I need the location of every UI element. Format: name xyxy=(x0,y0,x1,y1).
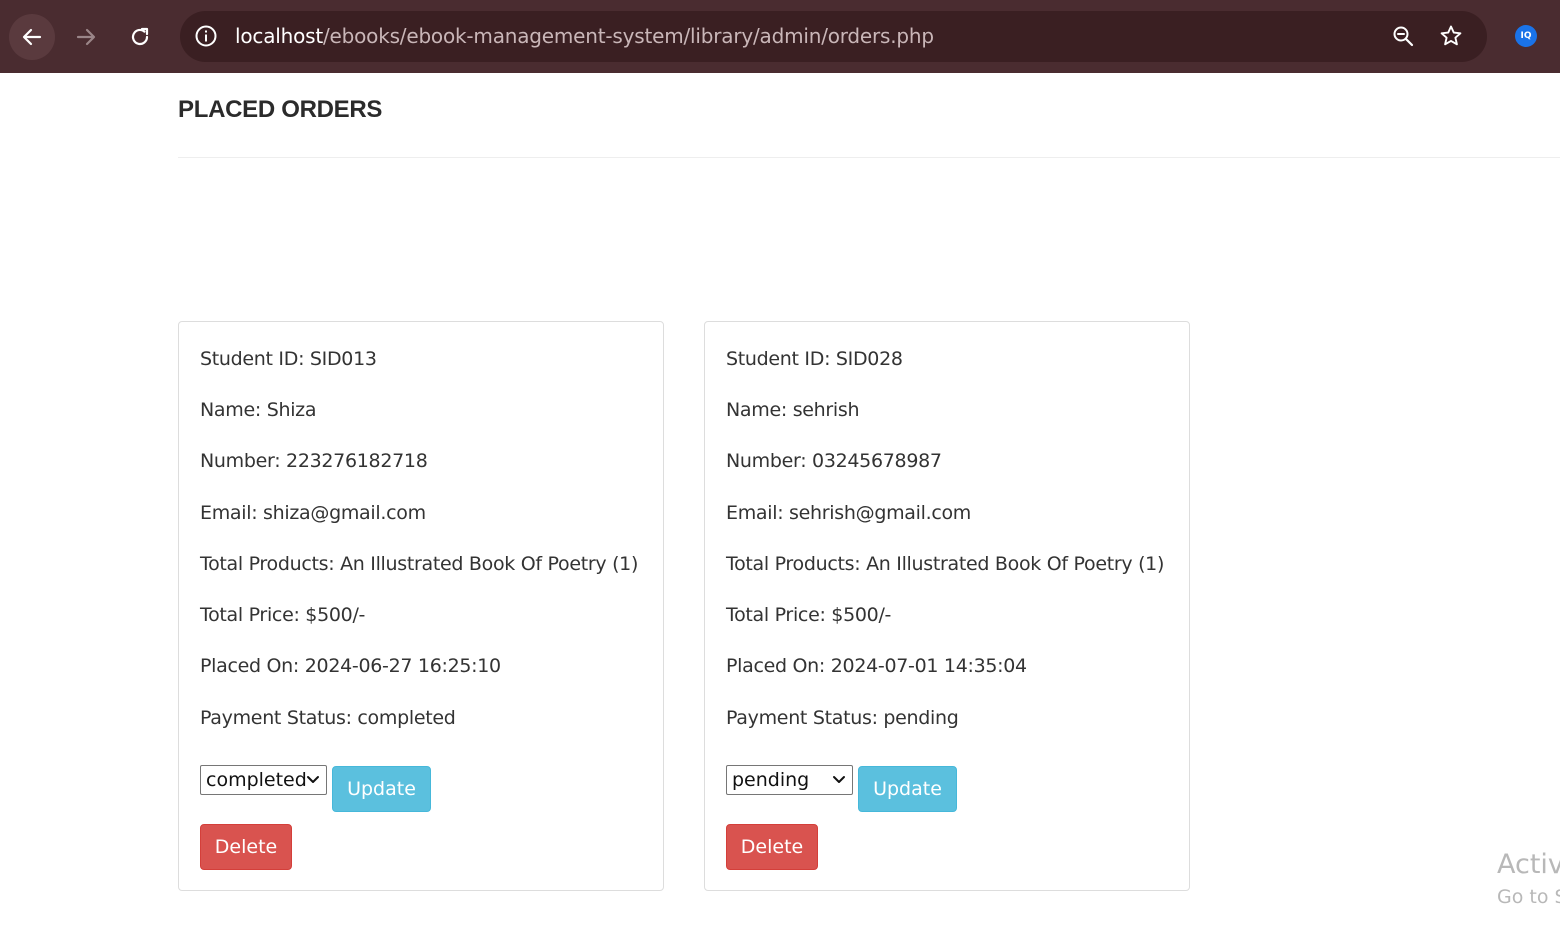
url-text[interactable]: localhost/ebooks/ebook-management-system… xyxy=(235,23,934,49)
payment-status: Payment Status: completed xyxy=(200,707,456,729)
placed-on: Placed On: 2024-06-27 16:25:10 xyxy=(200,655,501,677)
total-products: Total Products: An Illustrated Book Of P… xyxy=(200,553,639,575)
chevron-down-icon xyxy=(307,776,319,783)
zoom-icon[interactable] xyxy=(1390,23,1416,49)
order-card: Student ID: SID013 Name: Shiza Number: 2… xyxy=(178,321,664,891)
placed-on: Placed On: 2024-07-01 14:35:04 xyxy=(726,655,1027,677)
update-button[interactable]: Update xyxy=(332,766,431,812)
select-value: pending xyxy=(732,769,810,791)
url-host: localhost xyxy=(235,24,323,48)
forward-button[interactable] xyxy=(63,14,109,60)
update-button[interactable]: Update xyxy=(858,766,957,812)
divider xyxy=(178,157,1560,158)
total-price: Total Price: $500/- xyxy=(726,604,892,626)
delete-button[interactable]: Delete xyxy=(726,824,818,870)
student-name: Name: Shiza xyxy=(200,399,317,421)
student-id: Student ID: SID028 xyxy=(726,348,903,370)
watermark-line-2: Go to S xyxy=(1497,886,1560,908)
reload-icon xyxy=(131,27,149,46)
email: Email: shiza@gmail.com xyxy=(200,502,426,524)
phone-number: Number: 223276182718 xyxy=(200,450,428,472)
total-products: Total Products: An Illustrated Book Of P… xyxy=(726,553,1165,575)
extension-icon[interactable]: IQ xyxy=(1515,25,1537,47)
order-card: Student ID: SID028 Name: sehrish Number:… xyxy=(704,321,1190,891)
phone-number: Number: 03245678987 xyxy=(726,450,942,472)
bookmark-star-icon[interactable] xyxy=(1438,23,1464,49)
watermark-line-1: Activ xyxy=(1497,849,1560,880)
select-value: completed xyxy=(206,769,307,791)
windows-activation-watermark: Activ Go to S xyxy=(1497,848,1560,910)
student-name: Name: sehrish xyxy=(726,399,860,421)
browser-toolbar: localhost/ebooks/ebook-management-system… xyxy=(0,0,1560,73)
back-button[interactable] xyxy=(9,14,55,60)
arrow-left-icon xyxy=(22,28,42,46)
chevron-down-icon xyxy=(833,776,845,783)
site-info-icon[interactable] xyxy=(193,23,219,49)
delete-button[interactable]: Delete xyxy=(200,824,292,870)
payment-status-select[interactable]: pending xyxy=(726,765,853,795)
email: Email: sehrish@gmail.com xyxy=(726,502,972,524)
page-title: PLACED ORDERS xyxy=(178,96,383,123)
payment-status-select[interactable]: completed xyxy=(200,765,327,795)
payment-status: Payment Status: pending xyxy=(726,707,959,729)
student-id: Student ID: SID013 xyxy=(200,348,377,370)
reload-button[interactable] xyxy=(117,14,163,60)
total-price: Total Price: $500/- xyxy=(200,604,366,626)
arrow-right-icon xyxy=(76,28,96,46)
address-bar[interactable]: localhost/ebooks/ebook-management-system… xyxy=(180,11,1487,62)
url-path: /ebooks/ebook-management-system/library/… xyxy=(322,24,934,48)
